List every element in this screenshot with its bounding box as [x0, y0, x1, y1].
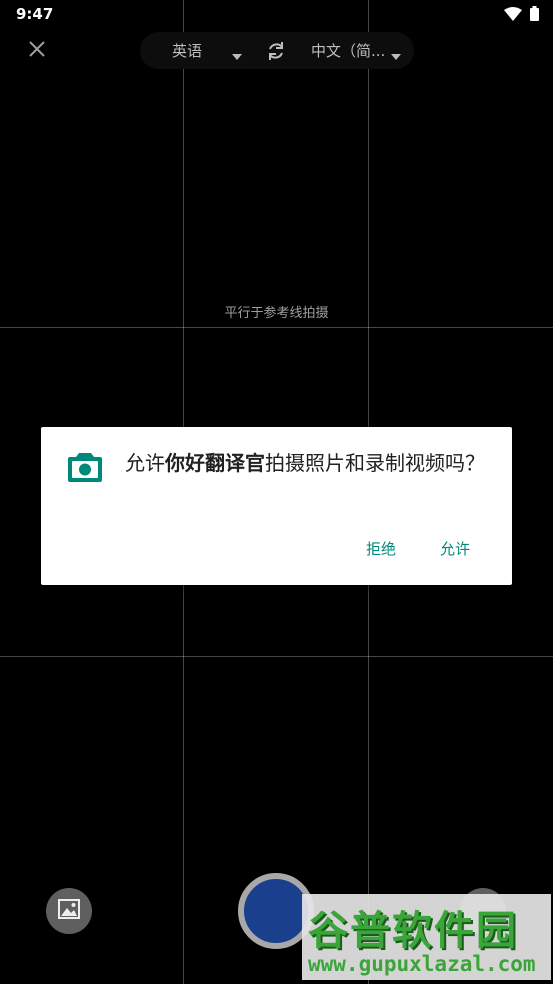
image-icon — [58, 899, 80, 923]
status-bar: 9:47 — [0, 0, 553, 28]
target-language-button[interactable]: 中文（简... — [311, 40, 385, 61]
grid-line-horizontal-top — [0, 327, 553, 328]
close-icon — [29, 41, 45, 61]
camera-icon — [67, 451, 103, 487]
close-button[interactable] — [24, 38, 50, 64]
watermark-url: www.gupuxlazal.com — [308, 952, 536, 976]
dialog-message: 允许你好翻译官拍摄照片和录制视频吗？ — [125, 447, 501, 479]
grid-line-horizontal-bottom — [0, 656, 553, 657]
dialog-message-suffix: 拍摄照片和录制视频吗？ — [265, 451, 485, 475]
dialog-app-name: 你好翻译官 — [165, 451, 265, 475]
status-time: 9:47 — [16, 5, 54, 23]
source-language-button[interactable]: 英语 — [172, 40, 202, 61]
camera-guide-text: 平行于参考线拍摄 — [224, 306, 329, 321]
swap-icon[interactable] — [265, 40, 287, 66]
allow-button[interactable]: 允许 — [440, 538, 470, 559]
dialog-message-prefix: 允许 — [125, 451, 165, 475]
caret-down-icon[interactable] — [391, 46, 401, 65]
watermark: 谷普软件园 www.gupuxlazal.com — [302, 894, 551, 980]
battery-icon — [530, 6, 539, 25]
caret-down-icon[interactable] — [232, 46, 242, 65]
watermark-title: 谷普软件园 — [308, 908, 518, 954]
status-icons — [504, 6, 539, 25]
deny-button[interactable]: 拒绝 — [366, 538, 396, 559]
permission-dialog: 允许你好翻译官拍摄照片和录制视频吗？ 拒绝 允许 — [41, 427, 512, 585]
gallery-button[interactable] — [46, 888, 92, 934]
language-selector-bar: 英语 中文（简... — [140, 32, 414, 69]
wifi-icon — [504, 6, 522, 25]
